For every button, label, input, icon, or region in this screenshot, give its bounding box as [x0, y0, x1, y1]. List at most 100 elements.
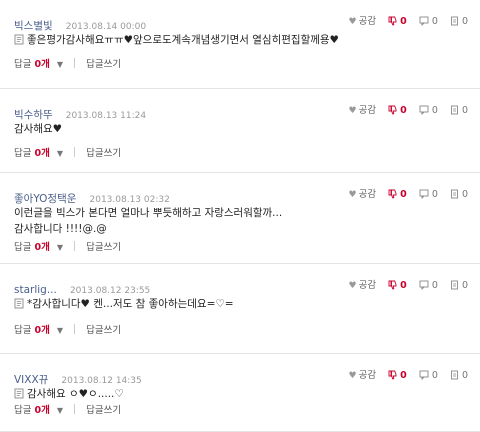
comment-body: 감사해요 ㅇ♥ㅇ.....♡: [14, 386, 124, 402]
comment-author[interactable]: 좋아YO정택운: [14, 193, 76, 205]
dislike-count: 0: [400, 370, 407, 381]
thumbs-down-icon: [388, 189, 397, 199]
comment-item: VIXX뀨 2013.08.12 14:35 ♥ 공감 0 0 0 감사해요 ㅇ…: [0, 354, 480, 432]
dislike-button[interactable]: 0: [388, 370, 407, 381]
caret-down-icon: ▼: [56, 243, 64, 252]
speech-bubble-icon: [419, 370, 429, 381]
comment-footer: 답글 0개 ▼ 답글쓰기: [14, 56, 121, 70]
view-count-button[interactable]: 0: [450, 280, 468, 291]
dislike-count: 0: [400, 105, 407, 116]
comment-body: 좋은평가감사해요ㅠㅠ♥앞으로도계속개념생기면서 열심히편집할께용♥: [14, 32, 339, 48]
speech-bubble-icon: [419, 16, 429, 27]
reply-count-button[interactable]: 0: [419, 105, 438, 116]
comment-text: 좋은평가감사해요ㅠㅠ♥앞으로도계속개념생기면서 열심히편집할께용♥: [27, 34, 339, 46]
view-count: 0: [461, 280, 468, 291]
dislike-count: 0: [400, 189, 407, 200]
like-button[interactable]: ♥ 공감: [349, 186, 377, 200]
document-icon: [450, 370, 458, 380]
comment-date: 2013.08.12 23:55: [69, 286, 151, 296]
view-count-button[interactable]: 0: [450, 370, 468, 381]
reply-count-button[interactable]: 0: [419, 189, 438, 200]
reply-total: 0개: [34, 148, 50, 159]
comment-body: 이런글을 빅스가 본다면 얼마나 뿌듯해하고 자랑스러워할까... 감사합니다 !…: [14, 205, 282, 237]
write-reply-link[interactable]: 답글쓰기: [86, 325, 121, 336]
write-reply-link[interactable]: 답글쓰기: [86, 405, 121, 416]
view-count-button[interactable]: 0: [450, 105, 468, 116]
dislike-count: 0: [400, 280, 407, 291]
heart-icon: ♥: [348, 190, 357, 200]
reply-toggle[interactable]: 답글 0개 ▼: [14, 405, 66, 416]
comment-date: 2013.08.12 14:35: [61, 376, 142, 386]
caret-down-icon: ▼: [56, 406, 64, 415]
comment-header: 빅수하뚜 2013.08.13 11:24: [14, 103, 147, 121]
divider: [74, 241, 76, 251]
comment-actions: ♥ 공감 0 0 0: [340, 186, 468, 200]
comment-text: 감사해요♥: [14, 123, 63, 135]
comment-date: 2013.08.13 11:24: [65, 111, 147, 121]
write-reply-link[interactable]: 답글쓰기: [86, 59, 121, 70]
comment-item: 빅수하뚜 2013.08.13 11:24 ♥ 공감 0 0 0 감사해요♥ 답…: [0, 89, 480, 173]
comment-body: *감사합니다♥ 켄...저도 참 좋아하는데요=♡=: [14, 296, 234, 312]
comment-date: 2013.08.13 02:32: [89, 195, 170, 205]
write-reply-link[interactable]: 답글쓰기: [86, 148, 121, 159]
dislike-button[interactable]: 0: [388, 189, 407, 200]
reply-toggle[interactable]: 답글 0개 ▼: [14, 59, 66, 70]
comment-header: 좋아YO정택운 2013.08.13 02:32: [14, 187, 170, 205]
reply-count-button[interactable]: 0: [419, 16, 438, 27]
view-count-button[interactable]: 0: [450, 16, 468, 27]
comment-line: *감사합니다♥ 켄...저도 참 좋아하는데요=♡=: [14, 296, 234, 312]
like-button[interactable]: ♥ 공감: [349, 367, 377, 381]
comment-author[interactable]: VIXX뀨: [14, 374, 48, 386]
document-icon: [450, 16, 458, 26]
view-count-button[interactable]: 0: [450, 189, 468, 200]
comment-line: 감사해요♥: [14, 121, 62, 137]
comment-date: 2013.08.14 00:00: [65, 22, 147, 32]
reply-toggle[interactable]: 답글 0개 ▼: [14, 325, 66, 336]
speech-bubble-icon: [419, 280, 429, 291]
write-reply-link[interactable]: 답글쓰기: [86, 242, 121, 253]
like-label: 공감: [358, 280, 377, 291]
thumbs-down-icon: [388, 105, 397, 115]
divider: [74, 58, 76, 68]
reply-count-button[interactable]: 0: [419, 370, 438, 381]
divider: [74, 147, 76, 157]
comment-footer: 답글 0개 ▼ 답글쓰기: [14, 322, 121, 336]
comment-author[interactable]: 빅수하뚜: [14, 109, 53, 121]
view-count: 0: [461, 16, 468, 27]
comment-line: 감사합니다 !!!!@.@: [14, 221, 282, 237]
reply-count: 0: [431, 16, 438, 27]
like-button[interactable]: ♥ 공감: [349, 277, 377, 291]
comment-item: 빅스별빛 2013.08.14 00:00 ♥ 공감 0 0 0 좋은평가감사해…: [0, 0, 480, 89]
comment-line: 이런글을 빅스가 본다면 얼마나 뿌듯해하고 자랑스러워할까...: [14, 205, 282, 221]
thumbs-down-icon: [388, 370, 397, 380]
comment-line: 좋은평가감사해요ㅠㅠ♥앞으로도계속개념생기면서 열심히편집할께용♥: [14, 32, 339, 48]
reply-toggle[interactable]: 답글 0개 ▼: [14, 148, 66, 159]
like-label: 공감: [358, 370, 377, 381]
comment-item: starlig... 2013.08.12 23:55 ♥ 공감 0 0 0 *…: [0, 264, 480, 354]
like-label: 공감: [358, 105, 377, 116]
reply-count: 0: [431, 280, 438, 291]
dislike-button[interactable]: 0: [388, 105, 407, 116]
comment-footer: 답글 0개 ▼ 답글쓰기: [14, 239, 121, 253]
like-button[interactable]: ♥ 공감: [349, 102, 377, 116]
heart-icon: ♥: [348, 281, 357, 291]
reply-toggle[interactable]: 답글 0개 ▼: [14, 242, 66, 253]
speech-bubble-icon: [419, 189, 429, 200]
dislike-button[interactable]: 0: [388, 16, 407, 27]
comment-author[interactable]: starlig...: [14, 284, 57, 296]
dislike-button[interactable]: 0: [388, 280, 407, 291]
reply-count-button[interactable]: 0: [419, 280, 438, 291]
divider: [74, 404, 76, 414]
comment-line: 감사해요 ㅇ♥ㅇ.....♡: [14, 386, 124, 402]
like-button[interactable]: ♥ 공감: [349, 13, 377, 27]
comment-header: starlig... 2013.08.12 23:55: [14, 278, 151, 296]
thumbs-down-icon: [388, 16, 397, 26]
memo-icon: [14, 34, 24, 45]
view-count: 0: [461, 189, 468, 200]
caret-down-icon: ▼: [56, 149, 64, 158]
comment-author[interactable]: 빅스별빛: [14, 20, 53, 32]
view-count: 0: [461, 370, 468, 381]
comment-list: 빅스별빛 2013.08.14 00:00 ♥ 공감 0 0 0 좋은평가감사해…: [0, 0, 480, 432]
reply-label: 답글: [14, 148, 32, 159]
comment-text: 감사해요 ㅇ♥ㅇ.....♡: [27, 388, 124, 400]
